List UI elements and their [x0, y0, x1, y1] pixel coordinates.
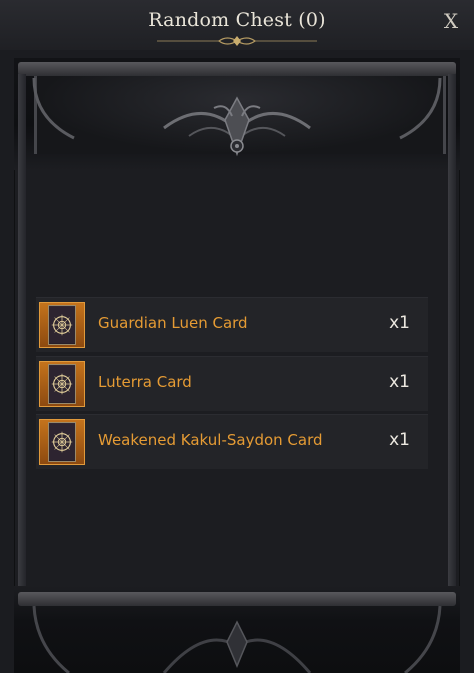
item-slot: [39, 302, 85, 348]
item-quantity: x1: [389, 371, 410, 392]
item-quantity: x1: [389, 430, 410, 450]
item-name: Luterra Card: [98, 372, 192, 391]
window-title: Random Chest (0): [148, 9, 326, 31]
list-item[interactable]: Weakened Kakul-Saydon Card x1: [36, 414, 428, 469]
card-icon: [48, 422, 76, 462]
random-chest-window: Random Chest (0) X Guardian Luen Card x1…: [0, 0, 474, 673]
title-bar: Random Chest (0) X: [0, 0, 474, 50]
card-icon: [48, 305, 76, 345]
item-quantity: x1: [389, 313, 410, 333]
close-button[interactable]: X: [438, 8, 464, 34]
frame-top-ornament: [14, 58, 460, 170]
card-icon: [48, 363, 76, 404]
item-name: Guardian Luen Card: [98, 314, 248, 332]
bottom-crest-ornament-icon: [32, 605, 442, 673]
frame-left-edge: [18, 74, 26, 654]
list-item[interactable]: Guardian Luen Card x1: [36, 297, 428, 352]
item-slot: [39, 360, 85, 407]
frame-right-edge: [448, 74, 456, 654]
item-name: Weakened Kakul-Saydon Card: [98, 431, 323, 449]
reward-item-list: Guardian Luen Card x1 Luterra Card x1 We…: [36, 297, 428, 473]
title-ornament-icon: [157, 36, 317, 46]
crest-ornament-icon: [32, 77, 442, 157]
frame-bottom-ornament: [14, 586, 460, 673]
item-slot: [39, 419, 85, 465]
list-item[interactable]: Luterra Card x1: [36, 355, 428, 411]
